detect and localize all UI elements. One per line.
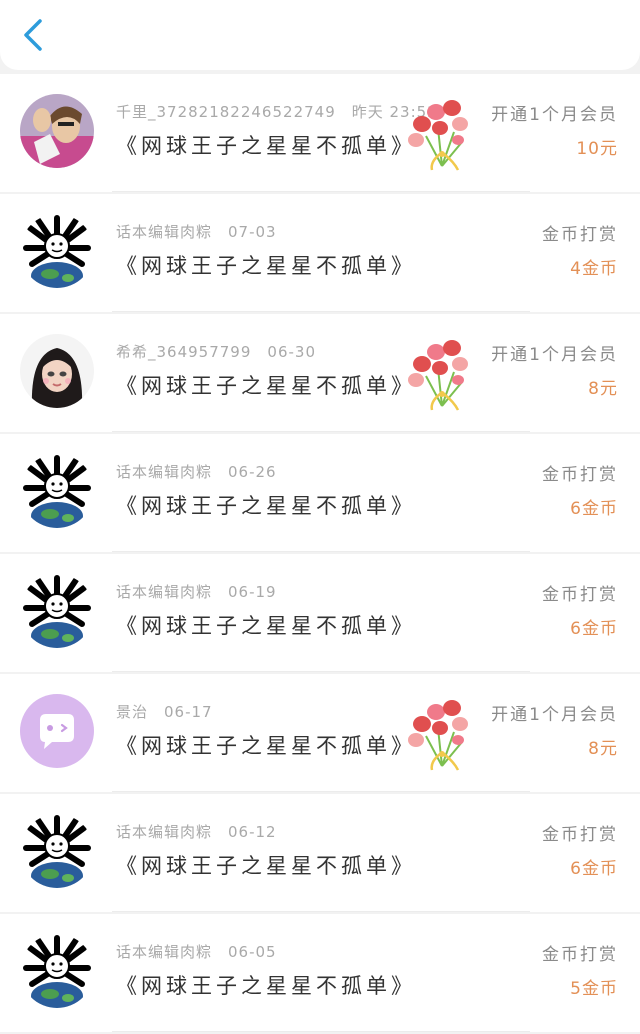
timestamp: 06-05	[228, 943, 277, 961]
gift-image	[402, 692, 478, 774]
reward-amount: 8元	[588, 379, 618, 399]
sender-meta: 话本编辑肉粽 06-05	[116, 941, 277, 962]
reward-type: 金币打赏	[542, 225, 618, 245]
sender-name: 希希_364957799	[116, 343, 252, 361]
bouquet-icon	[408, 700, 468, 771]
reward-amount: 10元	[576, 139, 618, 159]
gift-image	[402, 92, 478, 174]
book-title: 《网球王子之星星不孤单》	[116, 254, 416, 278]
book-title: 《网球王子之星星不孤单》	[116, 974, 416, 998]
sender-meta: 景治 06-17	[116, 701, 213, 722]
bouquet-icon	[408, 340, 468, 411]
reward-amount: 8元	[588, 739, 618, 759]
top-bar	[0, 0, 640, 70]
divider	[112, 551, 530, 552]
list-item[interactable]: 景治 06-17 《网球王子之星星不孤单》 开通1个月会员 8元	[0, 674, 640, 792]
timestamp: 06-12	[228, 823, 277, 841]
sender-name: 话本编辑肉粽	[116, 583, 213, 601]
reward-type: 金币打赏	[542, 465, 618, 485]
list-item[interactable]: 话本编辑肉粽 06-26 《网球王子之星星不孤单》 金币打赏 6金币	[0, 434, 640, 552]
sender-name: 话本编辑肉粽	[116, 823, 213, 841]
reward-type: 金币打赏	[542, 585, 618, 605]
back-button[interactable]	[20, 18, 48, 52]
reward-type: 金币打赏	[542, 825, 618, 845]
avatar[interactable]	[20, 814, 94, 888]
divider	[112, 791, 530, 792]
divider	[112, 191, 530, 192]
reward-amount: 6金币	[570, 619, 618, 639]
book-title: 《网球王子之星星不孤单》	[116, 374, 416, 398]
timestamp: 06-26	[228, 463, 277, 481]
gift-image	[402, 332, 478, 414]
avatar[interactable]	[20, 214, 94, 288]
avatar[interactable]	[20, 574, 94, 648]
sender-meta: 千里_37282182246522749 昨天 23:52	[116, 101, 438, 122]
sender-name: 景治	[116, 703, 149, 721]
avatar[interactable]	[20, 94, 94, 168]
book-title: 《网球王子之星星不孤单》	[116, 494, 416, 518]
sender-meta: 话本编辑肉粽 07-03	[116, 221, 277, 242]
sender-name: 话本编辑肉粽	[116, 223, 213, 241]
divider	[112, 911, 530, 912]
divider	[112, 1031, 530, 1032]
reward-type: 开通1个月会员	[491, 345, 618, 365]
list-item[interactable]: 话本编辑肉粽 06-12 《网球王子之星星不孤单》 金币打赏 6金币	[0, 794, 640, 912]
avatar[interactable]	[20, 454, 94, 528]
reward-amount: 6金币	[570, 499, 618, 519]
book-title: 《网球王子之星星不孤单》	[116, 854, 416, 878]
list-item[interactable]: 话本编辑肉粽 06-19 《网球王子之星星不孤单》 金币打赏 6金币	[0, 554, 640, 672]
divider	[112, 671, 530, 672]
sender-name: 千里_37282182246522749	[116, 103, 336, 121]
timestamp: 06-30	[267, 343, 316, 361]
book-title: 《网球王子之星星不孤单》	[116, 614, 416, 638]
timestamp: 07-03	[228, 223, 277, 241]
reward-type: 开通1个月会员	[491, 105, 618, 125]
timestamp: 06-19	[228, 583, 277, 601]
chevron-left-icon	[24, 19, 42, 51]
book-title: 《网球王子之星星不孤单》	[116, 134, 416, 158]
reward-type: 开通1个月会员	[491, 705, 618, 725]
reward-amount: 5金币	[570, 979, 618, 999]
avatar[interactable]	[20, 934, 94, 1008]
sender-name: 话本编辑肉粽	[116, 463, 213, 481]
bouquet-icon	[408, 100, 468, 171]
sender-meta: 话本编辑肉粽 06-12	[116, 821, 277, 842]
sender-meta: 希希_364957799 06-30	[116, 341, 316, 362]
reward-amount: 6金币	[570, 859, 618, 879]
avatar[interactable]	[20, 694, 94, 768]
timestamp: 06-17	[164, 703, 213, 721]
avatar[interactable]	[20, 334, 94, 408]
sender-meta: 话本编辑肉粽 06-26	[116, 461, 277, 482]
book-title: 《网球王子之星星不孤单》	[116, 734, 416, 758]
list-item[interactable]: 希希_364957799 06-30 《网球王子之星星不孤单》 开通1个月会员 8…	[0, 314, 640, 432]
divider	[112, 311, 530, 312]
list-item[interactable]: 千里_37282182246522749 昨天 23:52 《网球王子之星星不孤单…	[0, 74, 640, 192]
sender-meta: 话本编辑肉粽 06-19	[116, 581, 277, 602]
reward-type: 金币打赏	[542, 945, 618, 965]
reward-amount: 4金币	[570, 259, 618, 279]
reward-list: 千里_37282182246522749 昨天 23:52 《网球王子之星星不孤单…	[0, 74, 640, 1034]
list-item[interactable]: 话本编辑肉粽 07-03 《网球王子之星星不孤单》 金币打赏 4金币	[0, 194, 640, 312]
divider	[112, 431, 530, 432]
list-item[interactable]: 话本编辑肉粽 06-05 《网球王子之星星不孤单》 金币打赏 5金币	[0, 914, 640, 1032]
sender-name: 话本编辑肉粽	[116, 943, 213, 961]
